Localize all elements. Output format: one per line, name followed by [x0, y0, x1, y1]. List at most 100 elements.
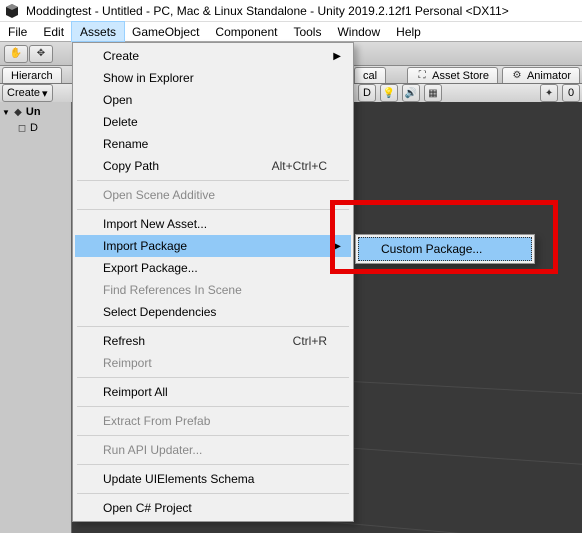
menu-component[interactable]: Component	[207, 22, 285, 41]
animator-icon: ⚙	[511, 70, 523, 82]
menu-item-label: Open C# Project	[103, 501, 192, 515]
lightbulb-icon: 💡	[383, 87, 395, 99]
gizmo-button[interactable]: ✦	[540, 84, 558, 102]
create-dropdown[interactable]: Create▾	[2, 84, 53, 102]
menu-item-label: Import Package	[103, 239, 187, 253]
menu-item-label: Open	[103, 93, 132, 107]
hierarchy-tab-label: Hierarch	[11, 70, 53, 82]
menu-item-shortcut: Ctrl+R	[293, 334, 327, 348]
hierarchy-row-label: Un	[26, 106, 41, 118]
move-tool-button[interactable]: ✥	[29, 45, 53, 63]
hierarchy-panel: Hierarch Create▾ ▼ ◆ Un ◻ D	[0, 66, 72, 533]
menu-item-open-c-project[interactable]: Open C# Project	[75, 497, 351, 519]
menu-item-label: Copy Path	[103, 159, 159, 173]
submenu-item-label: Custom Package...	[381, 242, 482, 256]
menu-item-label: Find References In Scene	[103, 283, 242, 297]
zero-button[interactable]: 0	[562, 84, 580, 102]
menu-gameobject[interactable]: GameObject	[124, 22, 207, 41]
menu-item-open-scene-additive: Open Scene Additive	[75, 184, 351, 206]
fx-toggle[interactable]: ▦	[424, 84, 442, 102]
hierarchy-tab[interactable]: Hierarch	[2, 67, 62, 83]
menu-separator	[77, 326, 349, 327]
menu-item-open[interactable]: Open	[75, 89, 351, 111]
menu-separator	[77, 180, 349, 181]
hand-icon: ✋	[10, 48, 22, 60]
menu-item-rename[interactable]: Rename	[75, 133, 351, 155]
menu-item-import-new-asset[interactable]: Import New Asset...	[75, 213, 351, 235]
menu-item-label: Export Package...	[103, 261, 198, 275]
menu-item-label: Update UIElements Schema	[103, 472, 254, 486]
animator-tab[interactable]: ⚙ Animator	[502, 67, 580, 83]
tab-label: Animator	[527, 70, 571, 82]
hand-tool-button[interactable]: ✋	[4, 45, 28, 63]
menu-separator	[77, 493, 349, 494]
2d-label: D	[363, 87, 371, 99]
menu-item-create[interactable]: Create ▶	[75, 45, 351, 67]
menu-item-shortcut: Alt+Ctrl+C	[272, 159, 327, 173]
menu-separator	[77, 464, 349, 465]
hierarchy-row-label: D	[30, 122, 38, 134]
chevron-down-icon: ▾	[42, 87, 48, 100]
menu-bar: File Edit Assets GameObject Component To…	[0, 22, 582, 42]
asset-store-tab[interactable]: ⛶Asset Store	[407, 67, 498, 83]
zero-label: 0	[568, 87, 574, 99]
menu-help[interactable]: Help	[388, 22, 429, 41]
menu-item-find-references-in-scene: Find References In Scene	[75, 279, 351, 301]
menu-item-label: Delete	[103, 115, 138, 129]
menu-item-show-in-explorer[interactable]: Show in Explorer	[75, 67, 351, 89]
menu-item-label: Run API Updater...	[103, 443, 202, 457]
import-package-submenu: Custom Package...	[355, 234, 535, 264]
local-tab-partial[interactable]: cal	[354, 67, 386, 83]
image-icon: ▦	[428, 87, 437, 99]
menu-item-label: Reimport All	[103, 385, 168, 399]
gameobject-icon: ◻	[16, 122, 28, 134]
menu-item-reimport: Reimport	[75, 352, 351, 374]
move-icon: ✥	[35, 48, 47, 60]
menu-item-update-uielements-schema[interactable]: Update UIElements Schema	[75, 468, 351, 490]
menu-assets[interactable]: Assets	[72, 22, 124, 41]
submenu-arrow-icon: ▶	[333, 51, 341, 62]
menu-tools[interactable]: Tools	[285, 22, 329, 41]
menu-item-label: Reimport	[103, 356, 152, 370]
submenu-arrow-icon: ▶	[333, 241, 341, 252]
speaker-icon: 🔊	[405, 87, 417, 99]
menu-item-label: Select Dependencies	[103, 305, 216, 319]
custom-package-item[interactable]: Custom Package...	[358, 237, 532, 261]
menu-separator	[77, 435, 349, 436]
2d-toggle[interactable]: D	[358, 84, 376, 102]
menu-item-refresh[interactable]: Refresh Ctrl+R	[75, 330, 351, 352]
menu-window[interactable]: Window	[329, 22, 388, 41]
unity-scene-icon: ◆	[12, 106, 24, 118]
tab-label: cal	[363, 70, 377, 82]
menu-item-copy-path[interactable]: Copy Path Alt+Ctrl+C	[75, 155, 351, 177]
menu-separator	[77, 209, 349, 210]
menu-separator	[77, 406, 349, 407]
unity-logo-icon	[4, 3, 20, 19]
menu-item-export-package[interactable]: Export Package...	[75, 257, 351, 279]
asset-store-icon: ⛶	[416, 70, 428, 82]
menu-item-label: Extract From Prefab	[103, 414, 210, 428]
menu-item-label: Rename	[103, 137, 148, 151]
menu-item-reimport-all[interactable]: Reimport All	[75, 381, 351, 403]
menu-file[interactable]: File	[0, 22, 35, 41]
menu-separator	[77, 377, 349, 378]
lighting-toggle[interactable]: 💡	[380, 84, 398, 102]
hierarchy-tabstrip: Hierarch	[0, 66, 72, 84]
menu-edit[interactable]: Edit	[35, 22, 72, 41]
menu-item-label: Import New Asset...	[103, 217, 207, 231]
hierarchy-row[interactable]: ◻ D	[0, 120, 71, 136]
menu-item-label: Show in Explorer	[103, 71, 194, 85]
hierarchy-tree[interactable]: ▼ ◆ Un ◻ D	[0, 102, 72, 533]
title-bar: Moddingtest - Untitled - PC, Mac & Linux…	[0, 0, 582, 22]
audio-toggle[interactable]: 🔊	[402, 84, 420, 102]
hierarchy-row[interactable]: ▼ ◆ Un	[0, 104, 71, 120]
menu-item-extract-from-prefab: Extract From Prefab	[75, 410, 351, 432]
assets-dropdown-menu: Create ▶ Show in Explorer Open Delete Rename C…	[72, 42, 354, 522]
menu-item-label: Create	[103, 49, 139, 63]
menu-item-run-api-updater: Run API Updater...	[75, 439, 351, 461]
menu-item-import-package[interactable]: Import Package ▶	[75, 235, 351, 257]
menu-item-delete[interactable]: Delete	[75, 111, 351, 133]
create-label: Create	[7, 87, 40, 99]
menu-item-select-dependencies[interactable]: Select Dependencies	[75, 301, 351, 323]
menu-item-label: Refresh	[103, 334, 145, 348]
